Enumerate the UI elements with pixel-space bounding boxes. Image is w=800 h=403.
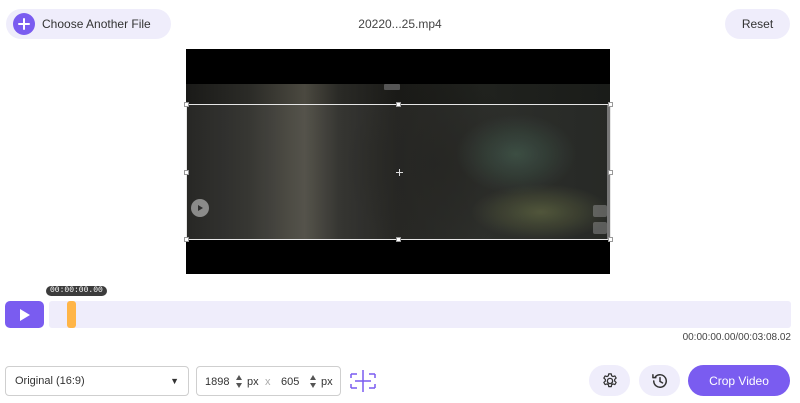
history-icon (651, 373, 667, 388)
time-readout: 00:00:00.00/00:03:08.02 (682, 332, 791, 343)
video-overlay-label (384, 84, 400, 90)
crop-handle-left[interactable] (184, 170, 189, 175)
crop-frame[interactable] (184, 102, 613, 242)
width-input[interactable]: 1898 (205, 376, 229, 388)
size-separator: x (265, 376, 271, 388)
reset-button[interactable]: Reset (725, 9, 790, 39)
height-unit: px (321, 376, 333, 388)
crop-handle-bottom-left[interactable] (184, 237, 189, 242)
height-stepper-icon[interactable] (310, 375, 317, 388)
play-button[interactable] (5, 301, 44, 328)
crop-handle-top-left[interactable] (184, 102, 189, 107)
crop-handle-top-right[interactable] (608, 102, 613, 107)
triangle-down-icon: ▼ (170, 376, 179, 386)
gear-icon (602, 372, 617, 387)
current-time-badge: 00:00:00.00 (46, 286, 107, 296)
plus-icon (13, 13, 35, 35)
crop-center-crosshair (396, 169, 403, 176)
choose-another-file-button[interactable]: Choose Another File (6, 9, 171, 39)
height-input[interactable]: 605 (281, 376, 299, 388)
aspect-ratio-value: Original (16:9) (15, 375, 85, 387)
file-name: 20220...25.mp4 (358, 17, 442, 31)
settings-button[interactable] (589, 365, 630, 396)
crop-video-app: Choose Another File 20220...25.mp4 Reset… (0, 0, 800, 403)
timeline-track[interactable] (49, 301, 791, 328)
crop-size-box: 1898 px x 605 px (196, 366, 341, 396)
crop-handle-right[interactable] (608, 170, 613, 175)
play-icon (19, 308, 30, 321)
timeline-playhead[interactable] (67, 301, 76, 328)
history-button[interactable] (639, 365, 680, 396)
crop-handle-bottom-right[interactable] (608, 237, 613, 242)
choose-another-file-label: Choose Another File (42, 17, 151, 31)
width-unit: px (247, 376, 259, 388)
crop-handle-top[interactable] (396, 102, 401, 107)
crop-handle-bottom[interactable] (396, 237, 401, 242)
center-align-icon[interactable] (347, 368, 379, 394)
aspect-ratio-select[interactable]: Original (16:9) ▼ (5, 366, 189, 396)
width-stepper-icon[interactable] (236, 375, 243, 388)
crop-video-button[interactable]: Crop Video (688, 365, 790, 396)
